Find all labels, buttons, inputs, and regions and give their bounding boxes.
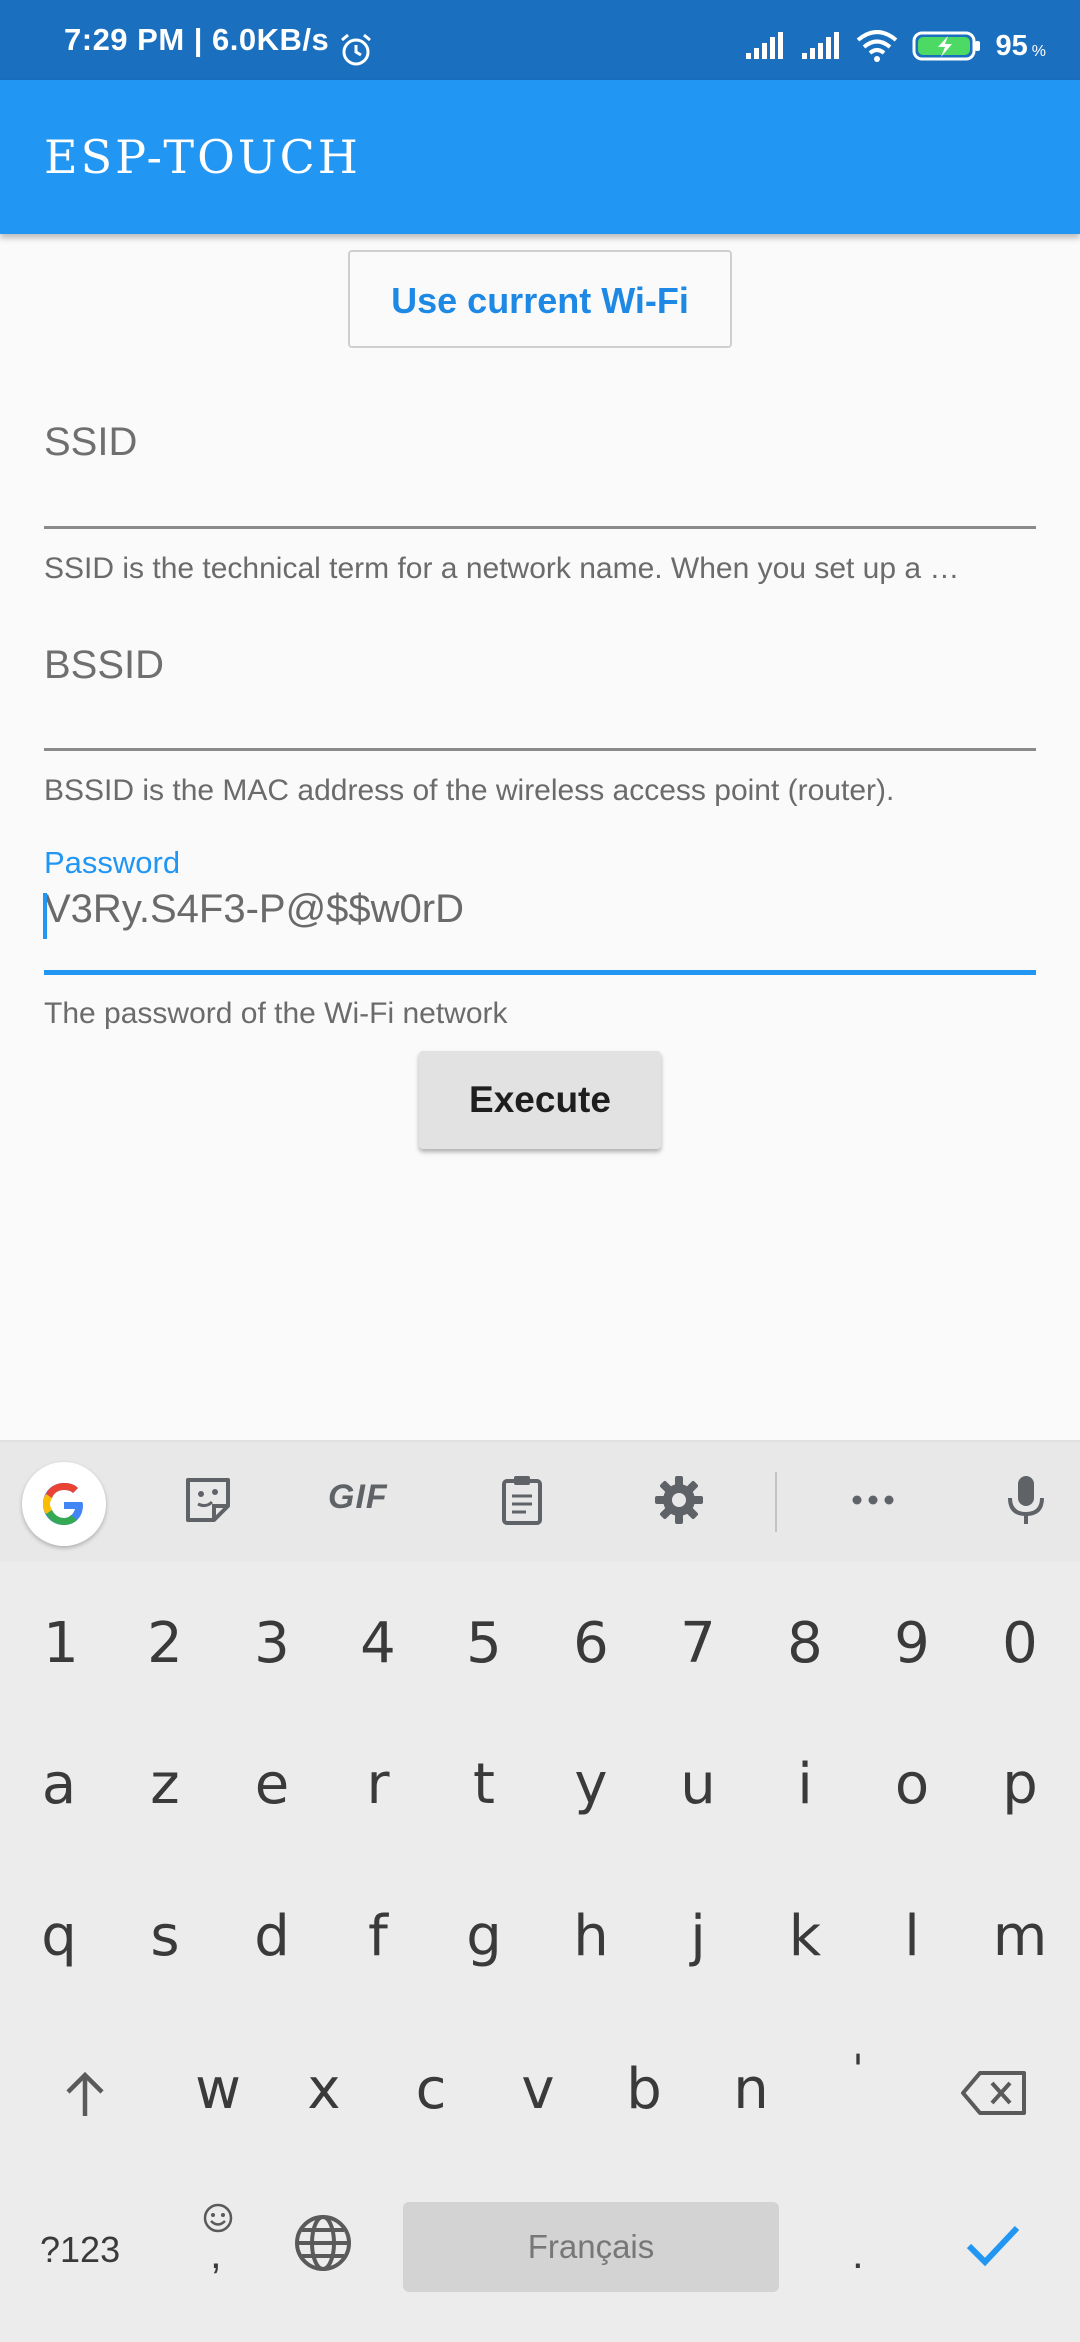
google-button[interactable]	[22, 1462, 106, 1546]
key[interactable]: x	[274, 2030, 374, 2150]
text-cursor	[43, 893, 47, 939]
key[interactable]: 3	[222, 1584, 322, 1704]
password-field[interactable]: V3Ry.S4F3-P@$$w0rD	[44, 887, 464, 932]
key[interactable]: 4	[328, 1584, 428, 1704]
key[interactable]: y	[541, 1725, 641, 1845]
bssid-underline	[44, 748, 1036, 751]
checkmark-icon[interactable]	[965, 2222, 1021, 2268]
key[interactable]: c	[381, 2030, 481, 2150]
status-time: 7:29 PM | 6.0KB/s	[64, 22, 330, 57]
key[interactable]: b	[594, 2030, 694, 2150]
key[interactable]: 1	[11, 1584, 111, 1704]
key[interactable]: t	[434, 1725, 534, 1845]
period-key[interactable]: .	[852, 2230, 864, 2278]
battery-percent: 95	[995, 29, 1028, 62]
key[interactable]: v	[488, 2030, 588, 2150]
app-bar: ESP-TOUCH	[0, 80, 1080, 234]
globe-icon[interactable]	[293, 2213, 353, 2273]
key[interactable]: d	[222, 1877, 322, 1997]
key[interactable]: q	[9, 1877, 109, 1997]
more-icon[interactable]	[845, 1472, 901, 1528]
password-label: Password	[44, 845, 181, 880]
use-current-wifi-button[interactable]: Use current Wi-Fi	[348, 250, 732, 348]
status-icons: 95 %	[744, 26, 1046, 66]
key[interactable]: l	[862, 1877, 962, 1997]
execute-button[interactable]: Execute	[419, 1051, 661, 1149]
key[interactable]: 6	[541, 1584, 641, 1704]
key[interactable]: '	[808, 2010, 908, 2130]
key[interactable]: i	[755, 1725, 855, 1845]
comma-key[interactable]: ,	[210, 2230, 222, 2278]
microphone-icon[interactable]	[998, 1472, 1054, 1528]
signal-icon	[801, 32, 839, 59]
key[interactable]: z	[115, 1725, 215, 1845]
password-underline	[44, 970, 1036, 975]
shift-icon[interactable]	[60, 2070, 110, 2120]
signal-icon	[745, 32, 783, 59]
key[interactable]: a	[9, 1725, 109, 1845]
key[interactable]: m	[970, 1877, 1070, 1997]
bssid-helper-text: BSSID is the MAC address of the wireless…	[44, 774, 895, 807]
symbols-key[interactable]: ?123	[40, 2210, 120, 2290]
keyboard-toolbar: GIF	[0, 1442, 1080, 1562]
ssid-helper-text: SSID is the technical term for a network…	[44, 552, 960, 585]
key[interactable]: n	[701, 2030, 801, 2150]
key[interactable]: 8	[755, 1584, 855, 1704]
key[interactable]: 7	[648, 1584, 748, 1704]
password-helper-text: The password of the Wi-Fi network	[44, 997, 508, 1030]
space-key[interactable]: Français	[403, 2202, 779, 2292]
bssid-field[interactable]: BSSID	[44, 643, 164, 688]
key[interactable]: j	[648, 1877, 748, 1997]
gif-button[interactable]: GIF	[328, 1478, 388, 1517]
google-icon	[43, 1483, 83, 1525]
key[interactable]: s	[115, 1877, 215, 1997]
key[interactable]: 5	[434, 1584, 534, 1704]
key[interactable]: 0	[970, 1584, 1070, 1704]
clipboard-icon[interactable]	[494, 1472, 550, 1528]
gear-icon[interactable]	[651, 1472, 707, 1528]
battery-unit: %	[1031, 43, 1046, 60]
sticker-icon[interactable]	[180, 1472, 236, 1528]
key[interactable]: u	[648, 1725, 748, 1845]
key[interactable]: p	[970, 1725, 1070, 1845]
alarm-icon	[341, 33, 371, 66]
key[interactable]: h	[541, 1877, 641, 1997]
backspace-icon[interactable]	[960, 2070, 1028, 2116]
ssid-field[interactable]: SSID	[44, 420, 137, 465]
battery-icon	[912, 31, 980, 61]
key[interactable]: g	[434, 1877, 534, 1997]
key[interactable]: k	[755, 1877, 855, 1997]
status-bar: 7:29 PM | 6.0KB/s 95 %	[0, 0, 1080, 80]
key[interactable]: 2	[115, 1584, 215, 1704]
key[interactable]: 9	[862, 1584, 962, 1704]
app-title: ESP-TOUCH	[44, 130, 361, 184]
toolbar-divider	[775, 1472, 777, 1532]
key[interactable]: f	[328, 1877, 428, 1997]
key[interactable]: r	[328, 1725, 428, 1845]
ssid-underline	[44, 526, 1036, 529]
key[interactable]: o	[862, 1725, 962, 1845]
key[interactable]: e	[222, 1725, 322, 1845]
wifi-icon	[856, 30, 897, 62]
key[interactable]: w	[168, 2030, 268, 2150]
